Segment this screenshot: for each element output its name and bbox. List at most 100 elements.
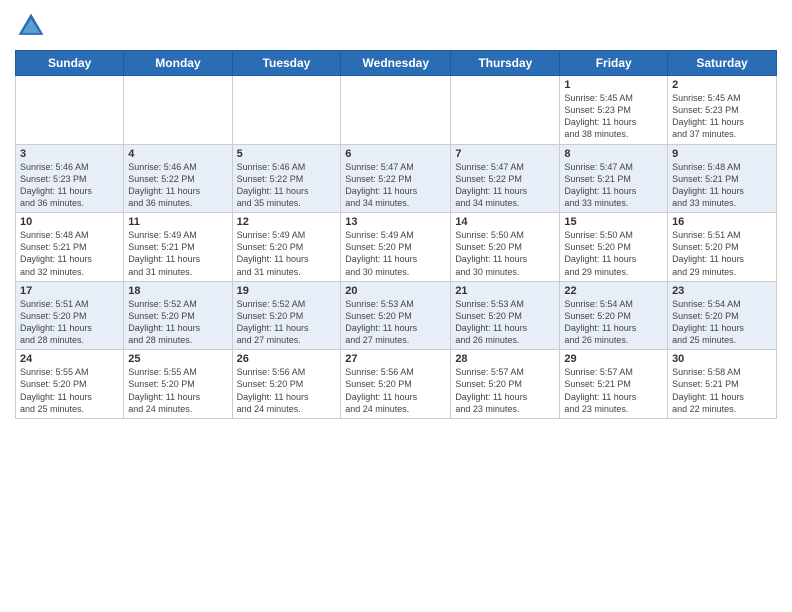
day-header-saturday: Saturday	[668, 51, 777, 76]
day-number: 20	[345, 285, 446, 297]
week-row-1: 1 Sunrise: 5:45 AMSunset: 5:23 PMDaylight…	[16, 76, 777, 145]
calendar-cell: 12Sunrise: 5:49 AMSunset: 5:20 PMDayligh…	[232, 213, 341, 282]
day-info: Sunrise: 5:51 AMSunset: 5:20 PMDaylight:…	[20, 298, 119, 347]
day-number: 10	[20, 216, 119, 228]
day-number: 29	[564, 353, 663, 365]
day-number: 7	[455, 148, 555, 160]
day-number: 18	[128, 285, 227, 297]
day-number: 1	[564, 79, 663, 91]
calendar-cell: 16Sunrise: 5:51 AMSunset: 5:20 PMDayligh…	[668, 213, 777, 282]
day-number: 2	[672, 79, 772, 91]
calendar-cell: 8Sunrise: 5:47 AMSunset: 5:21 PMDaylight…	[560, 144, 668, 213]
day-info: Sunrise: 5:56 AMSunset: 5:20 PMDaylight:…	[345, 366, 446, 415]
day-number: 22	[564, 285, 663, 297]
calendar-cell: 30Sunrise: 5:58 AMSunset: 5:21 PMDayligh…	[668, 350, 777, 419]
calendar-cell: 14Sunrise: 5:50 AMSunset: 5:20 PMDayligh…	[451, 213, 560, 282]
calendar-cell: 23Sunrise: 5:54 AMSunset: 5:20 PMDayligh…	[668, 281, 777, 350]
day-info: Sunrise: 5:46 AMSunset: 5:23 PMDaylight:…	[20, 161, 119, 210]
calendar-cell: 26Sunrise: 5:56 AMSunset: 5:20 PMDayligh…	[232, 350, 341, 419]
header	[15, 10, 777, 42]
day-header-tuesday: Tuesday	[232, 51, 341, 76]
day-info: Sunrise: 5:48 AMSunset: 5:21 PMDaylight:…	[20, 229, 119, 278]
day-info: Sunrise: 5:47 AMSunset: 5:22 PMDaylight:…	[345, 161, 446, 210]
day-number: 25	[128, 353, 227, 365]
day-info: Sunrise: 5:54 AMSunset: 5:20 PMDaylight:…	[672, 298, 772, 347]
calendar-cell: 18Sunrise: 5:52 AMSunset: 5:20 PMDayligh…	[124, 281, 232, 350]
day-number: 3	[20, 148, 119, 160]
calendar-cell: 20Sunrise: 5:53 AMSunset: 5:20 PMDayligh…	[341, 281, 451, 350]
day-info: Sunrise: 5:57 AMSunset: 5:21 PMDaylight:…	[564, 366, 663, 415]
day-info: Sunrise: 5:51 AMSunset: 5:20 PMDaylight:…	[672, 229, 772, 278]
day-number: 30	[672, 353, 772, 365]
day-number: 24	[20, 353, 119, 365]
day-number: 11	[128, 216, 227, 228]
week-row-4: 17Sunrise: 5:51 AMSunset: 5:20 PMDayligh…	[16, 281, 777, 350]
day-number: 13	[345, 216, 446, 228]
day-number: 21	[455, 285, 555, 297]
calendar-cell: 7Sunrise: 5:47 AMSunset: 5:22 PMDaylight…	[451, 144, 560, 213]
calendar-cell: 24Sunrise: 5:55 AMSunset: 5:20 PMDayligh…	[16, 350, 124, 419]
day-number: 14	[455, 216, 555, 228]
calendar-cell	[451, 76, 560, 145]
calendar-cell: 22Sunrise: 5:54 AMSunset: 5:20 PMDayligh…	[560, 281, 668, 350]
day-number: 16	[672, 216, 772, 228]
calendar-cell: 1Sunrise: 5:45 AMSunset: 5:23 PMDaylight…	[560, 76, 668, 145]
day-number: 26	[237, 353, 337, 365]
calendar-cell: 10Sunrise: 5:48 AMSunset: 5:21 PMDayligh…	[16, 213, 124, 282]
day-info: Sunrise: 5:46 AMSunset: 5:22 PMDaylight:…	[128, 161, 227, 210]
calendar-cell: 11Sunrise: 5:49 AMSunset: 5:21 PMDayligh…	[124, 213, 232, 282]
day-number: 17	[20, 285, 119, 297]
day-info: Sunrise: 5:55 AMSunset: 5:20 PMDaylight:…	[128, 366, 227, 415]
calendar-cell: 2Sunrise: 5:45 AMSunset: 5:23 PMDaylight…	[668, 76, 777, 145]
day-number: 19	[237, 285, 337, 297]
calendar-cell: 19Sunrise: 5:52 AMSunset: 5:20 PMDayligh…	[232, 281, 341, 350]
calendar-cell: 3Sunrise: 5:46 AMSunset: 5:23 PMDaylight…	[16, 144, 124, 213]
day-number: 4	[128, 148, 227, 160]
day-number: 8	[564, 148, 663, 160]
day-info: Sunrise: 5:49 AMSunset: 5:20 PMDaylight:…	[237, 229, 337, 278]
day-info: Sunrise: 5:53 AMSunset: 5:20 PMDaylight:…	[455, 298, 555, 347]
calendar-cell: 4Sunrise: 5:46 AMSunset: 5:22 PMDaylight…	[124, 144, 232, 213]
day-info: Sunrise: 5:53 AMSunset: 5:20 PMDaylight:…	[345, 298, 446, 347]
week-row-5: 24 Sunrise: 5:55 AMSunset: 5:20 PMDayligh…	[16, 350, 777, 419]
day-number: 12	[237, 216, 337, 228]
calendar-cell: 9Sunrise: 5:48 AMSunset: 5:21 PMDaylight…	[668, 144, 777, 213]
day-info: Sunrise: 5:57 AMSunset: 5:20 PMDaylight:…	[455, 366, 555, 415]
day-number: 15	[564, 216, 663, 228]
day-number: 23	[672, 285, 772, 297]
day-info: Sunrise: 5:50 AMSunset: 5:20 PMDaylight:…	[564, 229, 663, 278]
calendar-cell: 6Sunrise: 5:47 AMSunset: 5:22 PMDaylight…	[341, 144, 451, 213]
calendar-cell	[124, 76, 232, 145]
calendar-cell	[232, 76, 341, 145]
day-info: Sunrise: 5:56 AMSunset: 5:20 PMDaylight:…	[237, 366, 337, 415]
week-row-2: 3Sunrise: 5:46 AMSunset: 5:23 PMDaylight…	[16, 144, 777, 213]
day-info: Sunrise: 5:47 AMSunset: 5:22 PMDaylight:…	[455, 161, 555, 210]
calendar-cell	[16, 76, 124, 145]
calendar-cell	[341, 76, 451, 145]
day-info: Sunrise: 5:58 AMSunset: 5:21 PMDaylight:…	[672, 366, 772, 415]
calendar-table: SundayMondayTuesdayWednesdayThursdayFrid…	[15, 50, 777, 419]
day-header-thursday: Thursday	[451, 51, 560, 76]
day-info: Sunrise: 5:50 AMSunset: 5:20 PMDaylight:…	[455, 229, 555, 278]
header-row: SundayMondayTuesdayWednesdayThursdayFrid…	[16, 51, 777, 76]
day-info: Sunrise: 5:48 AMSunset: 5:21 PMDaylight:…	[672, 161, 772, 210]
calendar-cell: 21Sunrise: 5:53 AMSunset: 5:20 PMDayligh…	[451, 281, 560, 350]
calendar-cell: 5Sunrise: 5:46 AMSunset: 5:22 PMDaylight…	[232, 144, 341, 213]
day-number: 6	[345, 148, 446, 160]
calendar-cell: 15Sunrise: 5:50 AMSunset: 5:20 PMDayligh…	[560, 213, 668, 282]
day-info: Sunrise: 5:49 AMSunset: 5:21 PMDaylight:…	[128, 229, 227, 278]
logo	[15, 10, 51, 42]
day-number: 9	[672, 148, 772, 160]
day-info: Sunrise: 5:49 AMSunset: 5:20 PMDaylight:…	[345, 229, 446, 278]
day-header-friday: Friday	[560, 51, 668, 76]
day-number: 5	[237, 148, 337, 160]
day-info: Sunrise: 5:45 AMSunset: 5:23 PMDaylight:…	[672, 92, 772, 141]
calendar-cell: 17Sunrise: 5:51 AMSunset: 5:20 PMDayligh…	[16, 281, 124, 350]
day-info: Sunrise: 5:47 AMSunset: 5:21 PMDaylight:…	[564, 161, 663, 210]
calendar-cell: 25Sunrise: 5:55 AMSunset: 5:20 PMDayligh…	[124, 350, 232, 419]
day-info: Sunrise: 5:46 AMSunset: 5:22 PMDaylight:…	[237, 161, 337, 210]
calendar-cell: 29Sunrise: 5:57 AMSunset: 5:21 PMDayligh…	[560, 350, 668, 419]
day-header-monday: Monday	[124, 51, 232, 76]
day-header-sunday: Sunday	[16, 51, 124, 76]
logo-icon	[15, 10, 47, 42]
